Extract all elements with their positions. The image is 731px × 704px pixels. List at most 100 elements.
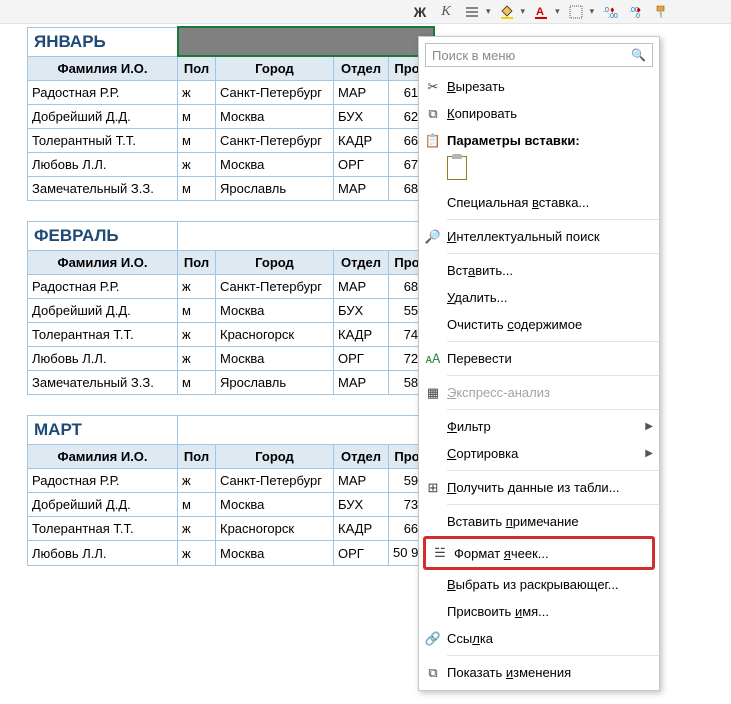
table-row[interactable]: Толерантная Т.Т.жКрасногорскКАДР74 0: [28, 323, 434, 347]
fill-color-button[interactable]: [497, 3, 517, 21]
menu-pick-from-list[interactable]: Выбрать из раскрывающег...: [419, 571, 659, 598]
month-title[interactable]: ЯНВАРЬ: [28, 27, 178, 56]
cell-dept[interactable]: КАДР: [334, 517, 389, 541]
table-row[interactable]: Замечательный З.З.мЯрославльМАР58 5: [28, 371, 434, 395]
col-header-city[interactable]: Город: [216, 56, 334, 81]
selected-cells[interactable]: [178, 27, 434, 56]
cell-dept[interactable]: БУХ: [334, 299, 389, 323]
cell-name[interactable]: Добрейший Д.Д.: [28, 105, 178, 129]
cell-city[interactable]: Красногорск: [216, 323, 334, 347]
col-header-dept[interactable]: Отдел: [334, 56, 389, 81]
menu-show-changes[interactable]: ⧉ Показать изменения: [419, 659, 659, 686]
cell-name[interactable]: Радостная Р.Р.: [28, 469, 178, 493]
menu-insert[interactable]: Вставить...: [419, 257, 659, 284]
menu-format-cells[interactable]: ☱ Формат ячеек...: [426, 539, 652, 567]
font-color-button[interactable]: А: [531, 3, 551, 21]
cell-gender[interactable]: ж: [178, 541, 216, 566]
cell-city[interactable]: Москва: [216, 299, 334, 323]
cell-city[interactable]: Москва: [216, 493, 334, 517]
menu-link[interactable]: 🔗 Ссылка: [419, 625, 659, 652]
cell-name[interactable]: Толерантная Т.Т.: [28, 323, 178, 347]
table-row[interactable]: Замечательный З.З.мЯрославльМАР68 1: [28, 177, 434, 201]
cell-dept[interactable]: ОРГ: [334, 541, 389, 566]
cell-name[interactable]: Любовь Л.Л.: [28, 153, 178, 177]
decrease-decimal-button[interactable]: .0.00: [600, 3, 620, 21]
table-row[interactable]: Любовь Л.Л.жМоскваОРГ67 2: [28, 153, 434, 177]
col-header-gender[interactable]: Пол: [178, 251, 216, 275]
cell-dept[interactable]: МАР: [334, 275, 389, 299]
cell-gender[interactable]: м: [178, 105, 216, 129]
cell-gender[interactable]: м: [178, 493, 216, 517]
cell-dept[interactable]: КАДР: [334, 323, 389, 347]
cell-gender[interactable]: ж: [178, 347, 216, 371]
cell-city[interactable]: Москва: [216, 347, 334, 371]
col-header-name[interactable]: Фамилия И.О.: [28, 56, 178, 81]
table-row[interactable]: Любовь Л.Л.жМоскваОРГ72 2: [28, 347, 434, 371]
cell-name[interactable]: Любовь Л.Л.: [28, 541, 178, 566]
cell-gender[interactable]: ж: [178, 469, 216, 493]
cell-city[interactable]: Москва: [216, 153, 334, 177]
menu-paste-special[interactable]: Специальная вставка...: [419, 189, 659, 216]
table-row[interactable]: Добрейший Д.Д.мМоскваБУХ62 9: [28, 105, 434, 129]
menu-insert-comment[interactable]: Вставить примечание: [419, 508, 659, 535]
cell-city[interactable]: Москва: [216, 105, 334, 129]
menu-define-name[interactable]: Присвоить имя...: [419, 598, 659, 625]
cell-dept[interactable]: ОРГ: [334, 153, 389, 177]
cell-name[interactable]: Толерантный Т.Т.: [28, 129, 178, 153]
cell-dept[interactable]: КАДР: [334, 129, 389, 153]
cell-gender[interactable]: ж: [178, 275, 216, 299]
cell-dept[interactable]: МАР: [334, 81, 389, 105]
cell-city[interactable]: Москва: [216, 541, 334, 566]
menu-delete[interactable]: Удалить...: [419, 284, 659, 311]
format-painter-button[interactable]: [652, 3, 672, 21]
cell-city[interactable]: Ярославль: [216, 177, 334, 201]
cell-gender[interactable]: ж: [178, 153, 216, 177]
table-row[interactable]: Добрейший Д.Д.мМоскваБУХ73 0: [28, 493, 434, 517]
table-row[interactable]: Любовь Л.Л.жМоскваОРГ50 914 ₽: [28, 541, 434, 566]
col-header-dept[interactable]: Отдел: [334, 445, 389, 469]
cell-city[interactable]: Санкт-Петербург: [216, 129, 334, 153]
cell-name[interactable]: Замечательный З.З.: [28, 371, 178, 395]
cell-name[interactable]: Любовь Л.Л.: [28, 347, 178, 371]
cell-name[interactable]: Замечательный З.З.: [28, 177, 178, 201]
cell-dept[interactable]: МАР: [334, 177, 389, 201]
cell-dept[interactable]: ОРГ: [334, 347, 389, 371]
cell-name[interactable]: Радостная Р.Р.: [28, 81, 178, 105]
cell-name[interactable]: Добрейший Д.Д.: [28, 493, 178, 517]
cell-city[interactable]: Ярославль: [216, 371, 334, 395]
cell-dept[interactable]: БУХ: [334, 493, 389, 517]
cell-city[interactable]: Санкт-Петербург: [216, 469, 334, 493]
month-title[interactable]: МАРТ: [28, 416, 178, 445]
cell-gender[interactable]: ж: [178, 323, 216, 347]
table-row[interactable]: Радостная Р.Р.жСанкт-ПетербургМАР68 3: [28, 275, 434, 299]
cell-gender[interactable]: м: [178, 177, 216, 201]
cell-city[interactable]: Красногорск: [216, 517, 334, 541]
col-header-gender[interactable]: Пол: [178, 56, 216, 81]
cell-city[interactable]: Санкт-Петербург: [216, 81, 334, 105]
menu-search-input[interactable]: Поиск в меню 🔍: [425, 43, 653, 67]
menu-cut[interactable]: ✂ Вырезать: [419, 73, 659, 100]
cell-dept[interactable]: БУХ: [334, 105, 389, 129]
cell-gender[interactable]: м: [178, 129, 216, 153]
table-row[interactable]: Радостная Р.Р.жСанкт-ПетербургМАР59 6: [28, 469, 434, 493]
align-button[interactable]: [462, 3, 482, 21]
col-header-city[interactable]: Город: [216, 445, 334, 469]
italic-button[interactable]: К: [436, 3, 456, 21]
col-header-gender[interactable]: Пол: [178, 445, 216, 469]
menu-sort[interactable]: Сортировка ▶: [419, 440, 659, 467]
menu-translate[interactable]: 🗚 Перевести: [419, 345, 659, 372]
cell-gender[interactable]: ж: [178, 517, 216, 541]
cell-name[interactable]: Толерантная Т.Т.: [28, 517, 178, 541]
cell-gender[interactable]: ж: [178, 81, 216, 105]
menu-clear[interactable]: Очистить содержимое: [419, 311, 659, 338]
cell-name[interactable]: Добрейший Д.Д.: [28, 299, 178, 323]
borders-button[interactable]: [566, 3, 586, 21]
table-row[interactable]: Толерантный Т.Т.мСанкт-ПетербургКАДР66 0: [28, 129, 434, 153]
cell-city[interactable]: Санкт-Петербург: [216, 275, 334, 299]
col-header-name[interactable]: Фамилия И.О.: [28, 445, 178, 469]
table-row[interactable]: Радостная Р.Р.жСанкт-ПетербургМАР61 3: [28, 81, 434, 105]
table-row[interactable]: Добрейший Д.Д.мМоскваБУХ55 9: [28, 299, 434, 323]
cell-dept[interactable]: МАР: [334, 371, 389, 395]
table-row[interactable]: Толерантная Т.Т.жКрасногорскКАДР66 0: [28, 517, 434, 541]
col-header-dept[interactable]: Отдел: [334, 251, 389, 275]
